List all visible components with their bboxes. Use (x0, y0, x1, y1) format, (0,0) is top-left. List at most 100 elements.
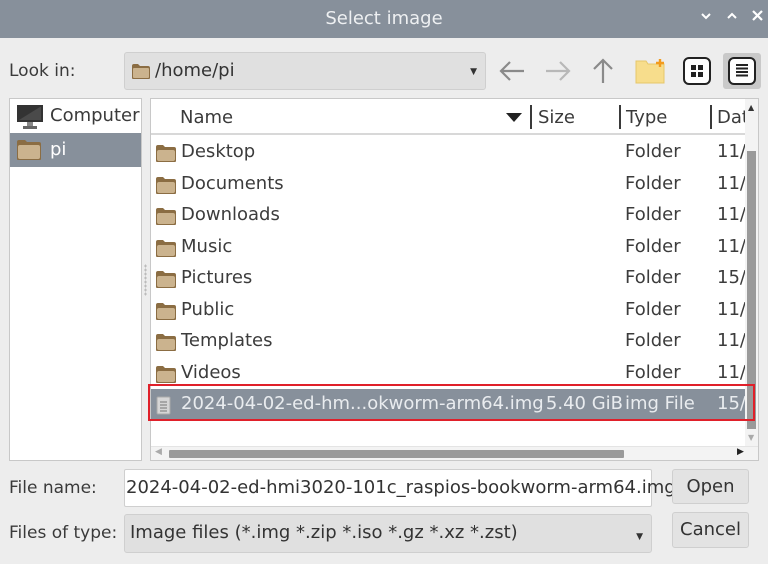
dropdown-caret-icon: ▼ (470, 67, 477, 77)
file-name-cell: Templates (181, 330, 273, 351)
column-header-size[interactable]: Size (538, 107, 575, 128)
file-type-cell: Folder (625, 172, 681, 194)
file-date-cell: 15/ (717, 393, 746, 414)
column-separator[interactable] (619, 105, 621, 129)
look-in-path: /home/pi (155, 60, 235, 81)
column-header-name[interactable]: Name (180, 107, 233, 128)
file-row[interactable]: 2024-04-02-ed-hm...okworm-arm64.img 5.40 … (151, 389, 746, 421)
back-button[interactable] (495, 54, 529, 88)
sidebar-item-label: Computer (50, 105, 140, 126)
back-arrow-icon (499, 61, 524, 81)
file-type-cell: Folder (625, 361, 681, 383)
files-of-type-label: Files of type: (9, 523, 118, 543)
detail-view-button[interactable] (723, 53, 761, 89)
file-date-cell: 11/ (717, 330, 746, 351)
file-row[interactable]: Public Folder 11/ (151, 295, 746, 326)
file-type-combo[interactable]: Image files (*.img *.zip *.iso *.gz *.xz… (124, 514, 652, 553)
vertical-scroll-thumb[interactable] (747, 151, 756, 429)
look-in-label: Look in: (9, 61, 76, 81)
splitter-handle[interactable] (144, 264, 147, 296)
folder-icon (155, 239, 177, 263)
file-list: Name Size Type Dat Desktop Folder 11/Docum… (150, 98, 759, 461)
file-type-cell: Folder (625, 235, 681, 257)
close-icon (752, 10, 763, 21)
file-name-cell: Music (181, 235, 233, 257)
cancel-button[interactable]: Cancel (672, 512, 749, 548)
file-type-cell: img File (625, 393, 695, 414)
file-name-value: 2024-04-02-ed-hmi3020-101c_raspios-bookw… (126, 477, 676, 498)
sort-descending-icon (506, 113, 522, 122)
folder-icon (155, 270, 177, 294)
file-name-label: File name: (9, 478, 97, 498)
column-header-type[interactable]: Type (626, 107, 667, 128)
forward-arrow-icon (546, 61, 571, 81)
column-separator[interactable] (530, 105, 532, 129)
file-type-cell: Folder (625, 267, 681, 288)
computer-icon (16, 104, 44, 135)
file-type-cell: Folder (625, 330, 681, 351)
new-folder-button[interactable] (633, 54, 667, 88)
sidebar-item-label: pi (50, 139, 67, 160)
file-date-cell: 15/ (717, 267, 746, 288)
file-row[interactable]: Downloads Folder 11/ (151, 200, 746, 231)
horizontal-scrollbar[interactable]: ◀ ▶ (151, 446, 758, 460)
folder-icon (155, 365, 177, 389)
file-name-input[interactable]: 2024-04-02-ed-hmi3020-101c_raspios-bookw… (124, 469, 676, 507)
folder-icon (155, 176, 177, 200)
file-name-cell: Videos (181, 361, 241, 383)
grid-view-icon (683, 57, 711, 85)
file-type-value: Image files (*.img *.zip *.iso *.gz *.xz… (130, 522, 518, 543)
up-button[interactable] (586, 54, 620, 88)
sidebar-item-pi[interactable]: pi (10, 133, 141, 167)
minimize-button[interactable] (700, 8, 712, 26)
chevron-down-icon (701, 13, 711, 20)
file-type-cell: Folder (625, 141, 681, 162)
folder-icon (155, 333, 177, 357)
title-bar: Select image (0, 0, 768, 38)
list-view-icon (728, 57, 756, 85)
folder-icon (155, 302, 177, 326)
sidebar-item-computer[interactable]: Computer (10, 99, 141, 133)
file-name-cell: Desktop (181, 141, 256, 162)
file-row[interactable]: Templates Folder 11/ (151, 326, 746, 357)
vertical-scrollbar[interactable]: ▲ ▼ (745, 99, 758, 446)
up-arrow-icon (593, 58, 613, 83)
file-date-cell: 11/ (717, 141, 746, 162)
folder-icon (155, 144, 177, 168)
scroll-left-icon[interactable]: ◀ (155, 447, 162, 457)
look-in-combo[interactable]: /home/pi ▼ (124, 52, 486, 90)
file-date-cell: 11/ (717, 298, 746, 320)
column-separator[interactable] (710, 105, 712, 129)
folder-icon (131, 63, 151, 85)
file-row[interactable]: Desktop Folder 11/ (151, 137, 746, 168)
scroll-right-icon[interactable]: ▶ (737, 447, 744, 457)
horizontal-scroll-thumb[interactable] (169, 450, 624, 458)
file-icon (155, 396, 173, 421)
chevron-up-icon (727, 12, 737, 19)
new-folder-icon (635, 59, 665, 84)
file-type-cell: Folder (625, 204, 681, 225)
maximize-button[interactable] (726, 8, 738, 26)
file-name-cell: Downloads (181, 204, 280, 225)
file-type-cell: Folder (625, 298, 681, 320)
window-title: Select image (325, 8, 443, 29)
folder-icon (16, 138, 42, 167)
file-name-cell: Pictures (181, 267, 253, 288)
file-row[interactable]: Music Folder 11/ (151, 232, 746, 263)
file-date-cell: 11/ (717, 235, 746, 257)
icon-view-button[interactable] (680, 54, 714, 88)
scroll-up-icon[interactable]: ▲ (748, 103, 754, 112)
file-date-cell: 11/ (717, 172, 746, 194)
file-name-cell: Public (181, 298, 235, 320)
file-row[interactable]: Documents Folder 11/ (151, 169, 746, 200)
forward-button[interactable] (541, 54, 575, 88)
scroll-down-icon[interactable]: ▼ (748, 433, 754, 442)
open-button[interactable]: Open (672, 469, 749, 504)
file-date-cell: 11/ (717, 204, 746, 225)
file-date-cell: 11/ (717, 361, 746, 383)
list-header: Name Size Type Dat (151, 99, 749, 135)
dropdown-caret-icon: ▼ (636, 532, 643, 542)
close-button[interactable] (751, 8, 764, 26)
file-row[interactable]: Videos Folder 11/ (151, 358, 746, 389)
file-row[interactable]: Pictures Folder 15/ (151, 263, 746, 294)
